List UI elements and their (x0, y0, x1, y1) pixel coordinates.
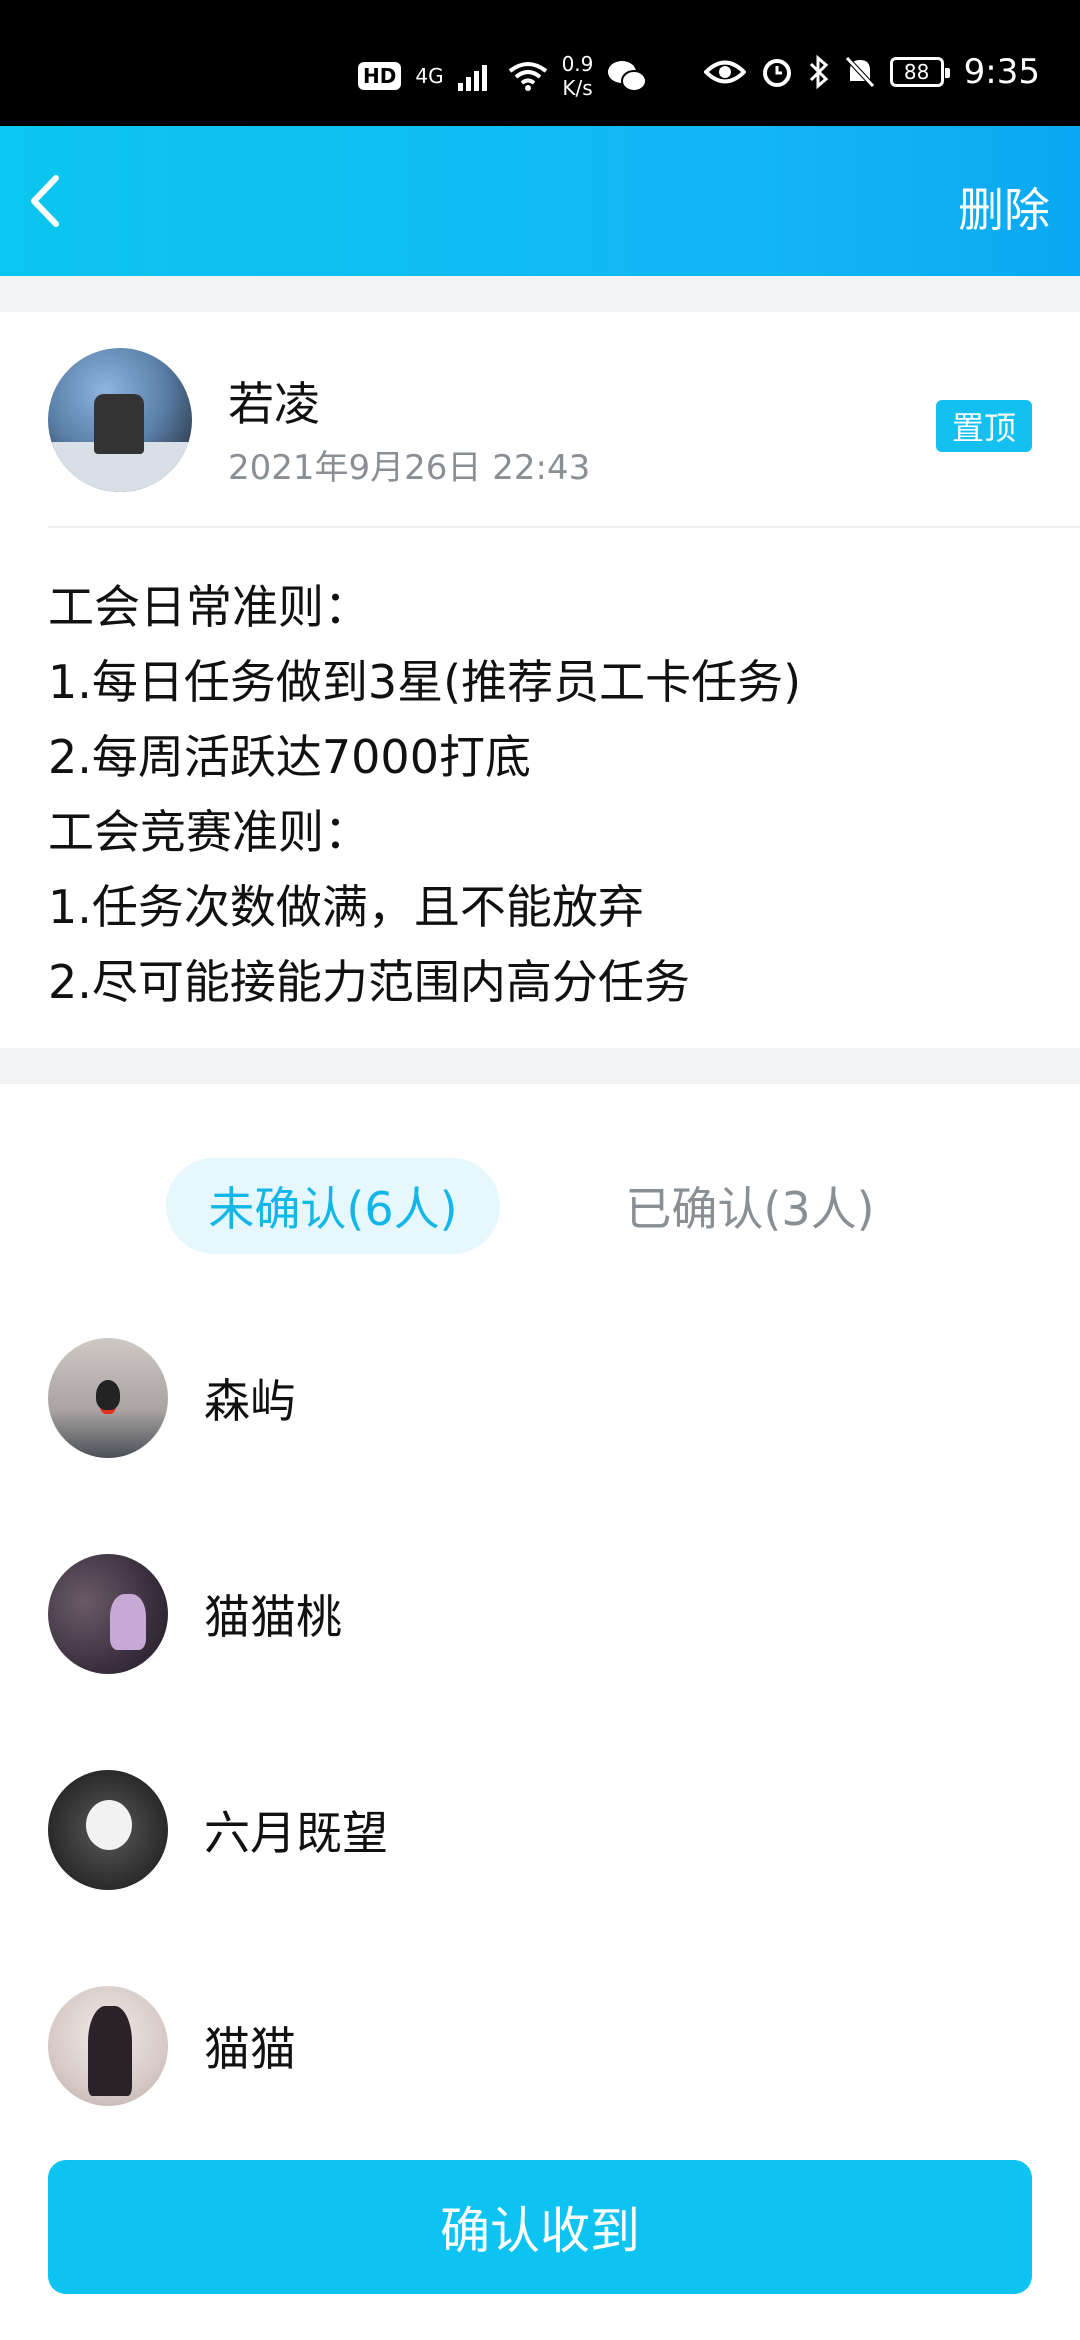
author-avatar[interactable] (48, 348, 192, 492)
content-line: 工会日常准则： (48, 580, 370, 634)
content-line: 工会竞赛准则： (48, 805, 370, 859)
member-name: 森屿 (204, 1374, 296, 1428)
bluetooth-icon (809, 55, 828, 89)
member-name: 六月既望 (204, 1806, 388, 1860)
content-line: 1.每日任务做到3星(推荐员工卡任务) (48, 655, 802, 709)
avatar (48, 1986, 168, 2106)
author-name: 若凌 (228, 377, 320, 431)
app-header: 删除 (0, 126, 1080, 276)
content-line: 2.尽可能接能力范围内高分任务 (48, 955, 690, 1009)
member-name: 猫猫 (204, 2022, 296, 2076)
confirm-received-button[interactable]: 确认收到 (48, 2160, 1032, 2294)
list-item[interactable]: 猫猫桃 (48, 1554, 342, 1674)
confirmation-section: 未确认(6人) 已确认(3人) 森屿 猫猫桃 六月既望 猫猫 (0, 1084, 1080, 2340)
status-right: 88 9:35 (703, 52, 1040, 92)
pinned-badge: 置顶 (936, 400, 1032, 452)
tab-unconfirmed[interactable]: 未确认(6人) (166, 1158, 500, 1254)
content-line: 1.任务次数做满，且不能放弃 (48, 880, 644, 934)
alarm-icon (762, 59, 791, 87)
clock: 9:35 (963, 52, 1040, 92)
avatar (48, 1770, 168, 1890)
tab-confirmed[interactable]: 已确认(3人) (600, 1158, 900, 1254)
list-item[interactable]: 森屿 (48, 1338, 296, 1458)
list-item[interactable]: 猫猫 (48, 1986, 296, 2106)
divider (48, 526, 1080, 528)
network-speed: 0.9 K/s (562, 52, 594, 100)
chevron-left-icon (31, 175, 59, 227)
battery-level: 88 (903, 60, 930, 84)
wifi-icon (508, 62, 547, 91)
status-left: HD 4G 0.9 K/s (358, 52, 648, 100)
wechat-icon (608, 61, 648, 92)
delete-button[interactable]: 删除 (958, 174, 1050, 240)
speed-value: 0.9 (561, 52, 594, 76)
announcement-card: 若凌 2021年9月26日 22:43 置顶 工会日常准则： 1.每日任务做到3… (0, 312, 1080, 1048)
speed-unit: K/s (562, 76, 593, 100)
member-name: 猫猫桃 (204, 1590, 342, 1644)
post-timestamp: 2021年9月26日 22:43 (228, 448, 591, 488)
battery-icon: 88 (889, 57, 950, 87)
eye-icon (703, 60, 746, 84)
hd-icon: HD (358, 62, 402, 90)
signal-icon (457, 65, 487, 91)
list-item[interactable]: 六月既望 (48, 1770, 388, 1890)
content-line: 2.每周活跃达7000打底 (48, 730, 531, 784)
announcement-content: 工会日常准则： 1.每日任务做到3星(推荐员工卡任务) 2.每周活跃达7000打… (48, 570, 1048, 1020)
back-button[interactable] (18, 168, 78, 234)
avatar (48, 1338, 168, 1458)
mute-bell-icon (843, 55, 876, 89)
network-type: 4G (415, 64, 444, 88)
avatar (48, 1554, 168, 1674)
status-bar: HD 4G 0.9 K/s 88 9:35 (0, 0, 1080, 126)
